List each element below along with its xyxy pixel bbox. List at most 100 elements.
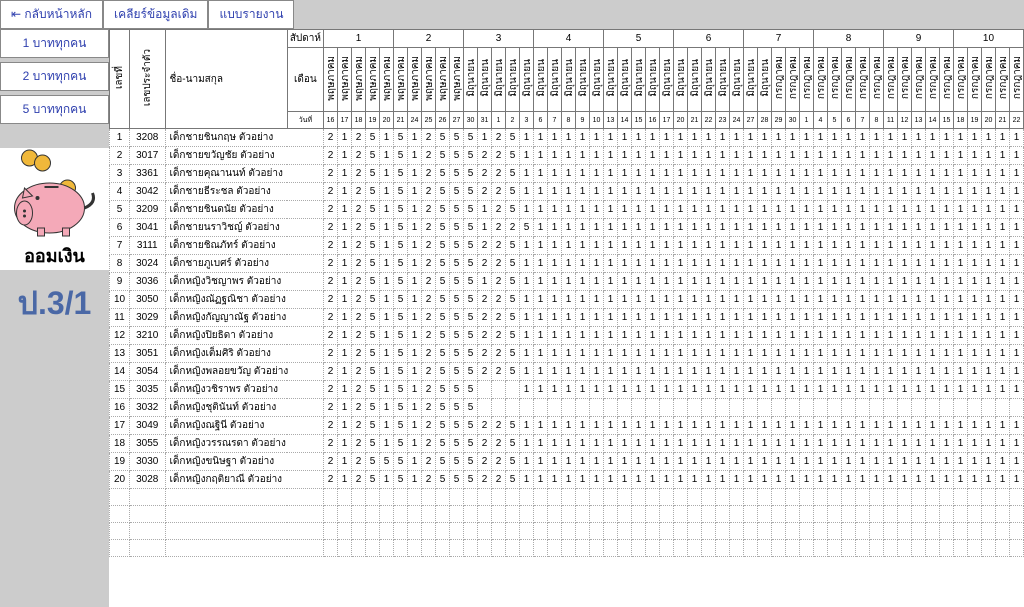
cell-amount[interactable]: 1 bbox=[659, 255, 673, 273]
cell-amount[interactable]: 1 bbox=[701, 417, 715, 435]
cell-amount[interactable]: 1 bbox=[855, 309, 869, 327]
cell-amount[interactable]: 1 bbox=[743, 345, 757, 363]
cell-amount[interactable]: 5 bbox=[463, 363, 477, 381]
cell-amount[interactable]: 1 bbox=[407, 291, 421, 309]
cell-amount[interactable]: 1 bbox=[827, 183, 841, 201]
cell-amount[interactable] bbox=[351, 489, 365, 506]
cell-amount[interactable] bbox=[743, 506, 757, 523]
cell-amount[interactable] bbox=[407, 506, 421, 523]
cell-amount[interactable] bbox=[505, 399, 519, 417]
cell-amount[interactable]: 5 bbox=[365, 399, 379, 417]
cell-amount[interactable]: 1 bbox=[995, 273, 1009, 291]
cell-amount[interactable] bbox=[351, 506, 365, 523]
cell-amount[interactable]: 1 bbox=[561, 471, 575, 489]
cell-amount[interactable]: 1 bbox=[337, 417, 351, 435]
cell-amount[interactable]: 1 bbox=[967, 183, 981, 201]
cell-amount[interactable]: 1 bbox=[589, 471, 603, 489]
cell-amount[interactable] bbox=[645, 540, 659, 557]
cell-amount[interactable]: 1 bbox=[743, 201, 757, 219]
cell-amount[interactable]: 1 bbox=[603, 363, 617, 381]
cell-amount[interactable]: 5 bbox=[365, 381, 379, 399]
cell-amount[interactable] bbox=[659, 506, 673, 523]
cell-amount[interactable]: 1 bbox=[897, 363, 911, 381]
cell-amount[interactable]: 1 bbox=[603, 381, 617, 399]
cell-amount[interactable] bbox=[603, 540, 617, 557]
cell-amount[interactable] bbox=[715, 489, 729, 506]
cell-amount[interactable]: 5 bbox=[435, 219, 449, 237]
cell-amount[interactable]: 1 bbox=[715, 345, 729, 363]
cell-amount[interactable]: 5 bbox=[505, 471, 519, 489]
cell-amount[interactable] bbox=[827, 540, 841, 557]
cell-amount[interactable]: 1 bbox=[1009, 183, 1023, 201]
cell-amount[interactable]: 1 bbox=[575, 147, 589, 165]
cell-amount[interactable]: 1 bbox=[995, 291, 1009, 309]
cell-amount[interactable]: 5 bbox=[463, 417, 477, 435]
cell-amount[interactable]: 5 bbox=[393, 147, 407, 165]
cell-amount[interactable]: 1 bbox=[547, 435, 561, 453]
cell-amount[interactable]: 2 bbox=[323, 183, 337, 201]
cell-amount[interactable] bbox=[827, 489, 841, 506]
cell-amount[interactable]: 2 bbox=[477, 327, 491, 345]
cell-amount[interactable]: 1 bbox=[407, 417, 421, 435]
cell-amount[interactable]: 5 bbox=[505, 291, 519, 309]
cell-amount[interactable] bbox=[379, 489, 393, 506]
cell-amount[interactable]: 1 bbox=[659, 345, 673, 363]
cell-amount[interactable]: 1 bbox=[547, 129, 561, 147]
cell-amount[interactable]: 1 bbox=[939, 363, 953, 381]
cell-amount[interactable]: 1 bbox=[799, 129, 813, 147]
cell-amount[interactable] bbox=[729, 506, 743, 523]
cell-amount[interactable] bbox=[743, 523, 757, 540]
cell-amount[interactable]: 1 bbox=[883, 201, 897, 219]
cell-amount[interactable]: 1 bbox=[659, 291, 673, 309]
cell-amount[interactable]: 1 bbox=[407, 471, 421, 489]
cell-amount[interactable]: 1 bbox=[743, 435, 757, 453]
cell-amount[interactable]: 5 bbox=[435, 381, 449, 399]
cell-amount[interactable]: 1 bbox=[533, 471, 547, 489]
cell-amount[interactable]: 2 bbox=[491, 363, 505, 381]
cell-amount[interactable]: 1 bbox=[337, 345, 351, 363]
cell-amount[interactable]: 2 bbox=[477, 309, 491, 327]
cell-amount[interactable]: 1 bbox=[743, 327, 757, 345]
cell-amount[interactable]: 1 bbox=[785, 435, 799, 453]
cell-amount[interactable]: 2 bbox=[477, 345, 491, 363]
cell-amount[interactable] bbox=[505, 381, 519, 399]
cell-amount[interactable]: 1 bbox=[379, 399, 393, 417]
cell-amount[interactable] bbox=[827, 523, 841, 540]
cell-amount[interactable]: 1 bbox=[589, 255, 603, 273]
cell-amount[interactable]: 1 bbox=[715, 219, 729, 237]
cell-amount[interactable]: 1 bbox=[519, 273, 533, 291]
cell-amount[interactable]: 1 bbox=[925, 237, 939, 255]
cell-amount[interactable]: 2 bbox=[491, 165, 505, 183]
cell-amount[interactable]: 5 bbox=[393, 345, 407, 363]
cell-amount[interactable]: 2 bbox=[491, 309, 505, 327]
cell-amount[interactable]: 1 bbox=[995, 201, 1009, 219]
cell-amount[interactable] bbox=[715, 506, 729, 523]
cell-amount[interactable]: 2 bbox=[323, 129, 337, 147]
cell-amount[interactable] bbox=[855, 540, 869, 557]
cell-amount[interactable]: 1 bbox=[729, 291, 743, 309]
cell-amount[interactable]: 1 bbox=[533, 291, 547, 309]
cell-amount[interactable]: 1 bbox=[911, 165, 925, 183]
cell-amount[interactable]: 1 bbox=[771, 471, 785, 489]
cell-amount[interactable]: 1 bbox=[799, 363, 813, 381]
cell-amount[interactable]: 1 bbox=[589, 237, 603, 255]
cell-amount[interactable]: 1 bbox=[827, 381, 841, 399]
cell-amount[interactable]: 1 bbox=[631, 201, 645, 219]
cell-amount[interactable]: 1 bbox=[925, 309, 939, 327]
cell-amount[interactable]: 2 bbox=[351, 399, 365, 417]
cell-amount[interactable] bbox=[645, 399, 659, 417]
cell-amount[interactable]: 5 bbox=[435, 453, 449, 471]
cell-amount[interactable]: 1 bbox=[547, 309, 561, 327]
cell-amount[interactable]: 1 bbox=[575, 381, 589, 399]
cell-amount[interactable]: 1 bbox=[617, 165, 631, 183]
cell-amount[interactable]: 1 bbox=[603, 273, 617, 291]
cell-amount[interactable]: 5 bbox=[463, 291, 477, 309]
cell-amount[interactable] bbox=[645, 489, 659, 506]
cell-amount[interactable]: 1 bbox=[687, 129, 701, 147]
cell-amount[interactable]: 1 bbox=[407, 453, 421, 471]
cell-amount[interactable]: 1 bbox=[575, 453, 589, 471]
cell-amount[interactable] bbox=[967, 540, 981, 557]
cell-amount[interactable]: 5 bbox=[449, 129, 463, 147]
cell-amount[interactable] bbox=[617, 506, 631, 523]
cell-amount[interactable]: 1 bbox=[743, 309, 757, 327]
